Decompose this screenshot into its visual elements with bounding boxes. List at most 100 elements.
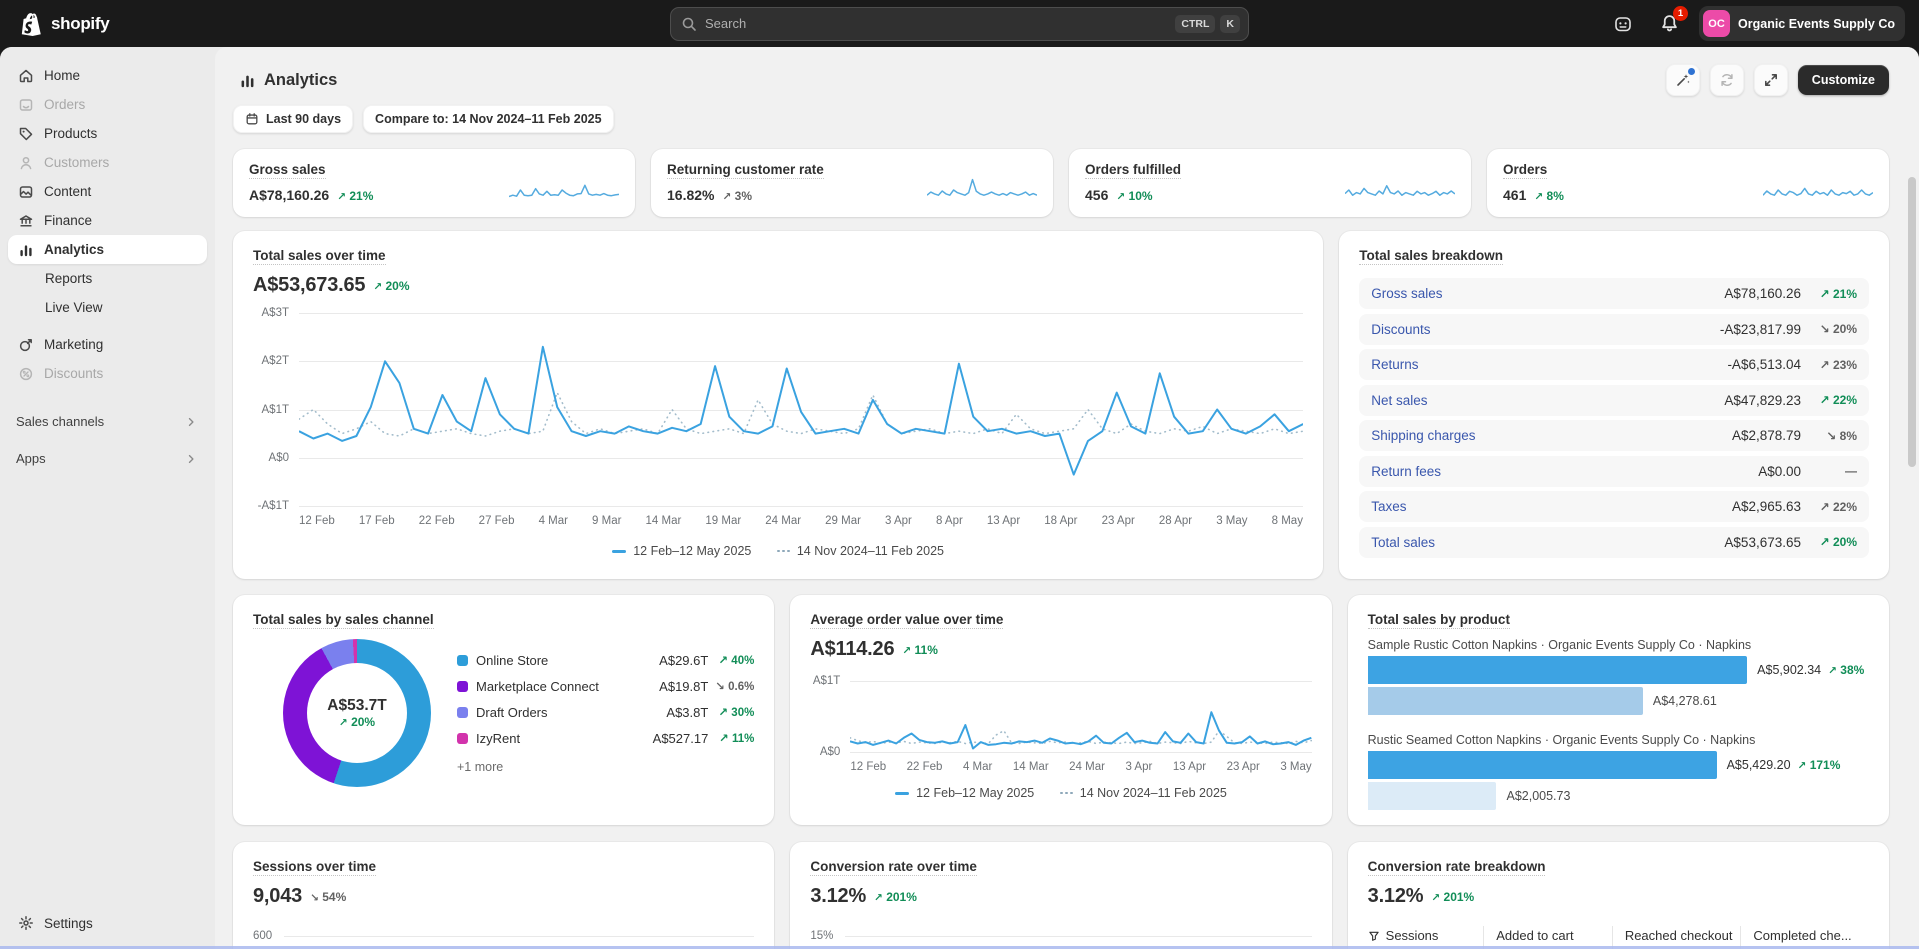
app-frame: Home Orders Products Customers Content F… [0, 47, 1919, 949]
card-title[interactable]: Total sales by product [1368, 612, 1510, 629]
more-channels-link[interactable]: +1 more [457, 760, 754, 774]
kpi-card-orders: Orders 461 ↗ 8% [1487, 149, 1889, 217]
search-box[interactable]: CTRL K [670, 7, 1249, 41]
chart-legend: 12 Feb–12 May 2025 14 Nov 2024–11 Feb 20… [253, 544, 1303, 558]
breakdown-row-return-fees: Return fees A$0.00 — [1359, 456, 1869, 487]
shopify-bag-icon [20, 11, 44, 37]
x-tick-label: 14 Mar [1013, 761, 1049, 773]
refresh-button[interactable] [1710, 64, 1744, 96]
y-tick-label: A$3T [262, 307, 290, 319]
breakdown-row-discounts: Discounts -A$23,817.99 ↘ 20% [1359, 314, 1869, 345]
kpi-title[interactable]: Orders [1503, 162, 1547, 179]
sidebar-item-settings[interactable]: Settings [8, 909, 207, 937]
sidebar-item-analytics[interactable]: Analytics [8, 235, 207, 264]
kpi-sparkline [927, 177, 1037, 203]
ai-insights-button[interactable] [1666, 64, 1700, 96]
y-tick-label: 15% [810, 930, 833, 942]
notifications-button[interactable]: 1 [1653, 8, 1685, 40]
sidebar-section-sales-channels[interactable]: Sales channels [8, 414, 207, 429]
breakdown-label[interactable]: Total sales [1371, 535, 1724, 550]
shopify-logo[interactable]: shopify [20, 11, 260, 37]
breakdown-value: A$53,673.65 [1724, 535, 1801, 550]
product-previous-value: A$2,005.73 [1506, 789, 1570, 803]
breakdown-row-shipping-charges: Shipping charges A$2,878.79 ↘ 8% [1359, 420, 1869, 451]
channel-izyrent: IzyRent A$527.17 ↗ 11% [457, 731, 754, 746]
breakdown-label[interactable]: Shipping charges [1371, 428, 1732, 443]
breakdown-label[interactable]: Discounts [1371, 322, 1720, 337]
expand-button[interactable] [1754, 64, 1788, 96]
breakdown-label[interactable]: Return fees [1371, 464, 1758, 479]
sidebar-item-discounts[interactable]: Discounts [8, 359, 207, 388]
x-tick-label: 22 Feb [419, 515, 455, 527]
conversion-rate-value: 3.12% [810, 885, 866, 908]
breakdown-delta: ↗ 22% [1801, 500, 1857, 514]
kpi-delta: ↗ 8% [1534, 189, 1564, 203]
funnel-delta: ↗ 201% [1431, 890, 1474, 904]
sidebar-item-label: Finance [44, 213, 92, 228]
sidebar-item-reports[interactable]: Reports [8, 264, 207, 293]
sessions-delta: ↘ 54% [310, 890, 346, 904]
sidebar-item-label: Products [44, 126, 97, 141]
card-title[interactable]: Conversion rate over time [810, 859, 977, 876]
channel-swatch [457, 681, 468, 692]
breakdown-label[interactable]: Taxes [1371, 499, 1732, 514]
sidebar-item-home[interactable]: Home [8, 61, 207, 90]
product-group: Sample Rustic Cotton Napkins · Organic E… [1368, 638, 1869, 715]
sidebar-item-finance[interactable]: Finance [8, 206, 207, 235]
card-title[interactable]: Average order value over time [810, 612, 1003, 629]
x-tick-label: 3 May [1280, 761, 1311, 773]
sidebar-item-label: Analytics [44, 242, 104, 257]
channel-value: A$527.17 [653, 731, 709, 746]
x-tick-label: 24 Mar [1069, 761, 1105, 773]
sidekick-icon [1613, 14, 1633, 34]
compare-range-button[interactable]: Compare to: 14 Nov 2024–11 Feb 2025 [363, 105, 614, 133]
product-name: Sample Rustic Cotton Napkins · Organic E… [1368, 638, 1869, 652]
breakdown-row-total-sales: Total sales A$53,673.65 ↗ 20% [1359, 527, 1869, 558]
conversion-rate-over-time-card: Conversion rate over time 3.12% ↗ 201% 1… [790, 842, 1331, 949]
sidebar-item-marketing[interactable]: Marketing [8, 330, 207, 359]
search-input[interactable] [705, 16, 1170, 31]
x-tick-label: 13 Apr [987, 515, 1020, 527]
legend-label: 14 Nov 2024–11 Feb 2025 [1080, 786, 1227, 800]
sidebar-item-live-view[interactable]: Live View [8, 293, 207, 322]
product-group: Rustic Seamed Cotton Napkins · Organic E… [1368, 733, 1869, 810]
orders-icon [18, 97, 34, 113]
funnel-step-label: Added to cart [1496, 928, 1612, 943]
breakdown-label[interactable]: Net sales [1371, 393, 1724, 408]
card-title[interactable]: Total sales breakdown [1359, 248, 1503, 265]
kpi-sparkline [1763, 177, 1873, 203]
sidebar-item-customers[interactable]: Customers [8, 148, 207, 177]
sidebar-item-label: Reports [45, 271, 92, 286]
sales-by-product-card: Total sales by product Sample Rustic Cot… [1348, 595, 1889, 825]
y-axis-labels: A$1T A$0 [810, 681, 850, 752]
sales-by-channel-card: Total sales by sales channel A$53.7T ↗ 2… [233, 595, 774, 825]
account-menu[interactable]: OC Organic Events Supply Co [1699, 6, 1905, 41]
sidebar-section-apps[interactable]: Apps [8, 451, 207, 466]
analytics-icon [18, 242, 34, 258]
card-title[interactable]: Conversion rate breakdown [1368, 859, 1546, 876]
sidekick-button[interactable] [1607, 8, 1639, 40]
kpi-title[interactable]: Returning customer rate [667, 162, 824, 179]
conversion-rate-delta: ↗ 201% [874, 890, 917, 904]
breakdown-value: -A$6,513.04 [1727, 357, 1801, 372]
expand-icon [1763, 72, 1779, 88]
account-avatar: OC [1703, 10, 1730, 37]
channel-swatch [457, 655, 468, 666]
card-title[interactable]: Total sales by sales channel [253, 612, 434, 629]
breakdown-label[interactable]: Returns [1371, 357, 1727, 372]
card-title[interactable]: Sessions over time [253, 859, 376, 876]
kpi-title[interactable]: Gross sales [249, 162, 326, 179]
sidebar-item-content[interactable]: Content [8, 177, 207, 206]
breakdown-label[interactable]: Gross sales [1371, 286, 1724, 301]
x-tick-label: 17 Feb [359, 515, 395, 527]
kpi-title[interactable]: Orders fulfilled [1085, 162, 1181, 179]
customize-button[interactable]: Customize [1798, 65, 1889, 95]
channel-value: A$19.8T [659, 679, 708, 694]
sidebar-item-orders[interactable]: Orders [8, 90, 207, 119]
date-range-button[interactable]: Last 90 days [233, 105, 353, 133]
sidebar-item-products[interactable]: Products [8, 119, 207, 148]
kpi-card-orders-fulfilled: Orders fulfilled 456 ↗ 10% [1069, 149, 1471, 217]
vertical-scrollbar-thumb[interactable] [1908, 177, 1916, 467]
card-title[interactable]: Total sales over time [253, 248, 386, 265]
x-tick-label: 24 Mar [765, 515, 801, 527]
